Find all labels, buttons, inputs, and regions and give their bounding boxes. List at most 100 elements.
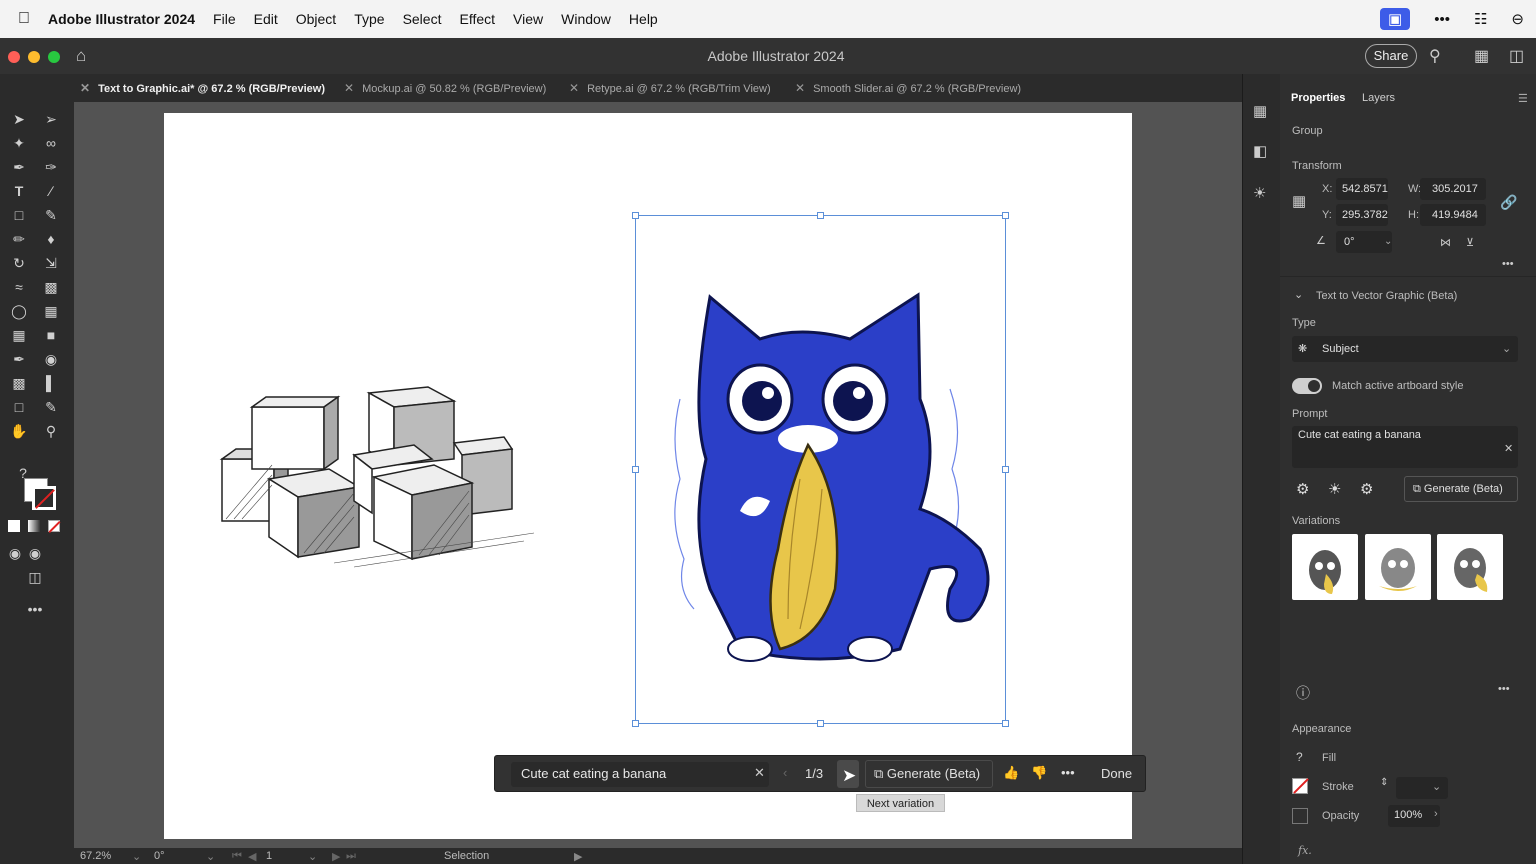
selection-tool-icon[interactable]: ➤ [8, 108, 30, 130]
eyedropper-tool-icon[interactable]: ✒ [8, 348, 30, 370]
menu-edit[interactable]: Edit [254, 11, 278, 27]
resize-handle[interactable] [632, 466, 639, 473]
resize-handle[interactable] [632, 212, 639, 219]
resize-handle[interactable] [817, 212, 824, 219]
resize-handle[interactable] [1002, 720, 1009, 727]
collapse-chevron-icon[interactable]: ⌄ [1294, 288, 1303, 301]
ctx-prompt-input[interactable]: Cute cat eating a banana [511, 762, 769, 787]
tab-mockup[interactable]: ✕ Mockup.ai @ 50.82 % (RGB/Preview) [344, 74, 546, 102]
chevron-down-icon[interactable]: ⌄ [132, 850, 141, 863]
variation-thumbnail-1[interactable] [1292, 534, 1358, 600]
stroke-swatch[interactable] [1292, 778, 1309, 794]
direct-selection-tool-icon[interactable]: ➢ [40, 108, 62, 130]
clear-prompt-icon[interactable]: ✕ [754, 765, 765, 781]
chevron-down-icon[interactable]: ⌄ [1432, 780, 1441, 793]
workspace-icon[interactable]: ▦ [1474, 46, 1489, 66]
fill-unknown-icon[interactable]: ? [1296, 750, 1303, 764]
menu-window[interactable]: Window [561, 11, 611, 27]
menu-type[interactable]: Type [354, 11, 384, 27]
last-artboard-icon[interactable]: ⏭ [346, 850, 356, 863]
type-tool-icon[interactable]: T [8, 180, 30, 202]
cubes-sketch-artwork[interactable] [214, 383, 544, 573]
zoom-level[interactable]: 67.2% [80, 850, 111, 862]
artboard-number[interactable]: 1 [266, 850, 272, 862]
menu-object[interactable]: Object [296, 11, 336, 27]
status-menu-icon[interactable]: ▶ [574, 850, 582, 863]
pen-tool-icon[interactable]: ✒ [8, 156, 30, 178]
previous-artboard-icon[interactable]: ◀ [248, 850, 256, 863]
color-mode-icon[interactable] [8, 520, 20, 532]
opacity-label[interactable]: Opacity [1322, 810, 1359, 822]
first-artboard-icon[interactable]: ⏮ [232, 850, 242, 863]
shape-builder-tool-icon[interactable]: ◯ [8, 300, 30, 322]
paintbrush-tool-icon[interactable]: ✎ [40, 204, 62, 226]
resize-handle[interactable] [632, 720, 639, 727]
eraser-tool-icon[interactable]: ♦ [40, 228, 62, 250]
previous-variation-icon[interactable]: ‹ [783, 765, 787, 780]
chevron-down-icon[interactable]: ⌄ [206, 850, 215, 863]
tab-retype[interactable]: ✕ Retype.ai @ 67.2 % (RGB/Trim View) [569, 74, 771, 102]
variation-thumbnail-2[interactable] [1365, 534, 1431, 600]
mesh-tool-icon[interactable]: ▦ [8, 324, 30, 346]
blend-tool-icon[interactable]: ◉ [40, 348, 62, 370]
tab-properties[interactable]: Properties [1291, 92, 1345, 104]
thumbs-down-icon[interactable]: 👎 [1031, 765, 1047, 781]
t2v-section-title[interactable]: Text to Vector Graphic (Beta) [1316, 290, 1457, 302]
lasso-tool-icon[interactable]: ∞ [40, 132, 62, 154]
stroke-label[interactable]: Stroke [1322, 781, 1354, 793]
rectangle-tool-icon[interactable]: □ [8, 204, 30, 226]
draw-behind-icon[interactable]: ◉ [24, 542, 46, 564]
search-icon[interactable]: ⚲ [1429, 46, 1441, 66]
close-tab-icon[interactable]: ✕ [80, 81, 90, 95]
perspective-grid-tool-icon[interactable]: ▦ [40, 300, 62, 322]
resize-handle[interactable] [1002, 466, 1009, 473]
pencil-tool-icon[interactable]: ✏ [8, 228, 30, 250]
hand-tool-icon[interactable]: ✋ [8, 420, 30, 442]
edit-toolbar-icon[interactable]: ••• [24, 598, 46, 620]
curvature-tool-icon[interactable]: ✑ [40, 156, 62, 178]
close-tab-icon[interactable]: ✕ [795, 81, 805, 95]
thumbs-up-icon[interactable]: 👍 [1003, 765, 1019, 781]
fx-icon[interactable]: fx. [1298, 844, 1312, 857]
properties-panel-icon[interactable]: ◧ [1253, 142, 1267, 160]
more-options-icon[interactable]: ••• [1061, 765, 1075, 780]
rotate-tool-icon[interactable]: ↻ [8, 252, 30, 274]
panel-menu-icon[interactable]: ☰ [1518, 92, 1528, 105]
info-icon[interactable]: ⓘ [1296, 683, 1310, 703]
slice-tool-icon[interactable]: ✎ [40, 396, 62, 418]
resize-handle[interactable] [817, 720, 824, 727]
menu-view[interactable]: View [513, 11, 543, 27]
gradient-tool-icon[interactable]: ■ [40, 324, 62, 346]
line-tool-icon[interactable]: ∕ [40, 180, 62, 202]
none-mode-icon[interactable] [48, 520, 61, 534]
zoom-tool-icon[interactable]: ⚲ [40, 420, 62, 442]
share-button[interactable]: Share [1365, 44, 1417, 68]
panel-toggle-icon[interactable]: ◫ [1509, 46, 1524, 66]
appearance-panel-icon[interactable]: ☀ [1253, 184, 1266, 202]
flip-vertical-icon[interactable]: ⊻ [1466, 236, 1474, 249]
reference-point-icon[interactable]: ▦ [1292, 192, 1306, 210]
artboard[interactable] [164, 113, 1132, 839]
style-reference-icon[interactable]: ⚙ [1296, 480, 1309, 498]
magic-wand-tool-icon[interactable]: ✦ [8, 132, 30, 154]
more-icon[interactable]: ••• [1434, 11, 1450, 28]
app-menu[interactable]: Adobe Illustrator 2024 [48, 11, 195, 27]
menu-select[interactable]: Select [403, 11, 442, 27]
artboard-tool-icon[interactable]: □ [8, 396, 30, 418]
menu-file[interactable]: File [213, 11, 236, 27]
more-transform-icon[interactable]: ••• [1502, 258, 1514, 270]
tab-text-to-graphic[interactable]: ✕ Text to Graphic.ai* @ 67.2 % (RGB/Previ… [80, 74, 325, 102]
effects-bulb-icon[interactable]: ☀ [1328, 480, 1341, 498]
chevron-right-icon[interactable]: › [1434, 808, 1438, 820]
minus-circle-icon[interactable]: ⊖ [1511, 10, 1524, 28]
fill-stroke-swatch[interactable] [24, 478, 58, 510]
scale-tool-icon[interactable]: ⇲ [40, 252, 62, 274]
tab-layers[interactable]: Layers [1362, 92, 1395, 104]
control-center-icon[interactable]: ☷ [1474, 10, 1487, 28]
ctx-generate-button[interactable]: ⧉ Generate (Beta) [865, 760, 993, 788]
free-transform-tool-icon[interactable]: ▩ [40, 276, 62, 298]
done-button[interactable]: Done [1101, 766, 1132, 781]
close-tab-icon[interactable]: ✕ [344, 81, 354, 95]
screen-share-icon[interactable]: ▣ [1380, 8, 1411, 30]
stroke-stepper-icon[interactable]: ⇕ [1380, 777, 1388, 788]
